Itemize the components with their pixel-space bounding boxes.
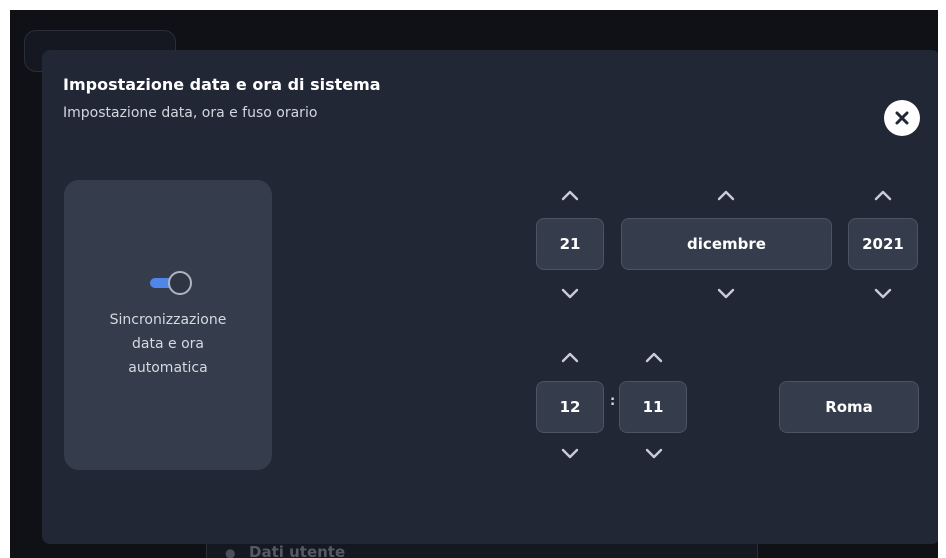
auto-sync-label-line-2: data e ora <box>132 336 204 352</box>
day-field[interactable]: 21 <box>536 218 604 270</box>
chevron-up-icon <box>717 190 735 201</box>
day-up-button[interactable] <box>555 185 585 205</box>
auto-sync-label-line-3: automatica <box>128 360 208 376</box>
minute-down-button[interactable] <box>639 444 669 464</box>
chevron-down-icon <box>645 448 663 459</box>
auto-sync-toggle[interactable] <box>150 271 196 295</box>
day-down-button[interactable] <box>555 284 585 304</box>
chevron-up-icon <box>645 352 663 363</box>
chevron-down-icon <box>874 288 892 299</box>
hour-down-button[interactable] <box>555 444 585 464</box>
year-field[interactable]: 2021 <box>848 218 918 270</box>
modal-subtitle: Impostazione data, ora e fuso orario <box>63 105 318 121</box>
modal-title: Impostazione data e ora di sistema <box>63 75 381 94</box>
chevron-up-icon <box>561 190 579 201</box>
minute-up-button[interactable] <box>639 347 669 367</box>
user-icon: ● <box>225 546 236 558</box>
month-up-button[interactable] <box>711 185 741 205</box>
hour-field[interactable]: 12 <box>536 381 604 433</box>
chevron-down-icon <box>561 288 579 299</box>
auto-sync-label-line-1: Sincronizzazione <box>109 312 227 328</box>
month-down-button[interactable] <box>711 284 741 304</box>
toggle-thumb <box>168 271 192 295</box>
chevron-up-icon <box>874 190 892 201</box>
chevron-down-icon <box>717 288 735 299</box>
auto-sync-card[interactable]: Sincronizzazione data e ora automatica <box>64 180 272 470</box>
background-footer-label: Dati utente <box>249 543 346 558</box>
timezone-button[interactable]: Roma <box>779 381 919 433</box>
year-down-button[interactable] <box>868 284 898 304</box>
chevron-down-icon <box>561 448 579 459</box>
year-up-button[interactable] <box>868 185 898 205</box>
month-field[interactable]: dicembre <box>621 218 832 270</box>
close-icon <box>895 111 909 125</box>
minute-field[interactable]: 11 <box>619 381 687 433</box>
time-separator: : <box>610 394 616 409</box>
close-button[interactable] <box>884 100 920 136</box>
hour-up-button[interactable] <box>555 347 585 367</box>
datetime-settings-modal: Impostazione data e ora di sistema Impos… <box>42 50 938 544</box>
chevron-up-icon <box>561 352 579 363</box>
auto-sync-label: Sincronizzazione data e ora automatica <box>78 308 258 380</box>
screen-background: ● Dati utente Impostazione data e ora di… <box>10 10 938 558</box>
